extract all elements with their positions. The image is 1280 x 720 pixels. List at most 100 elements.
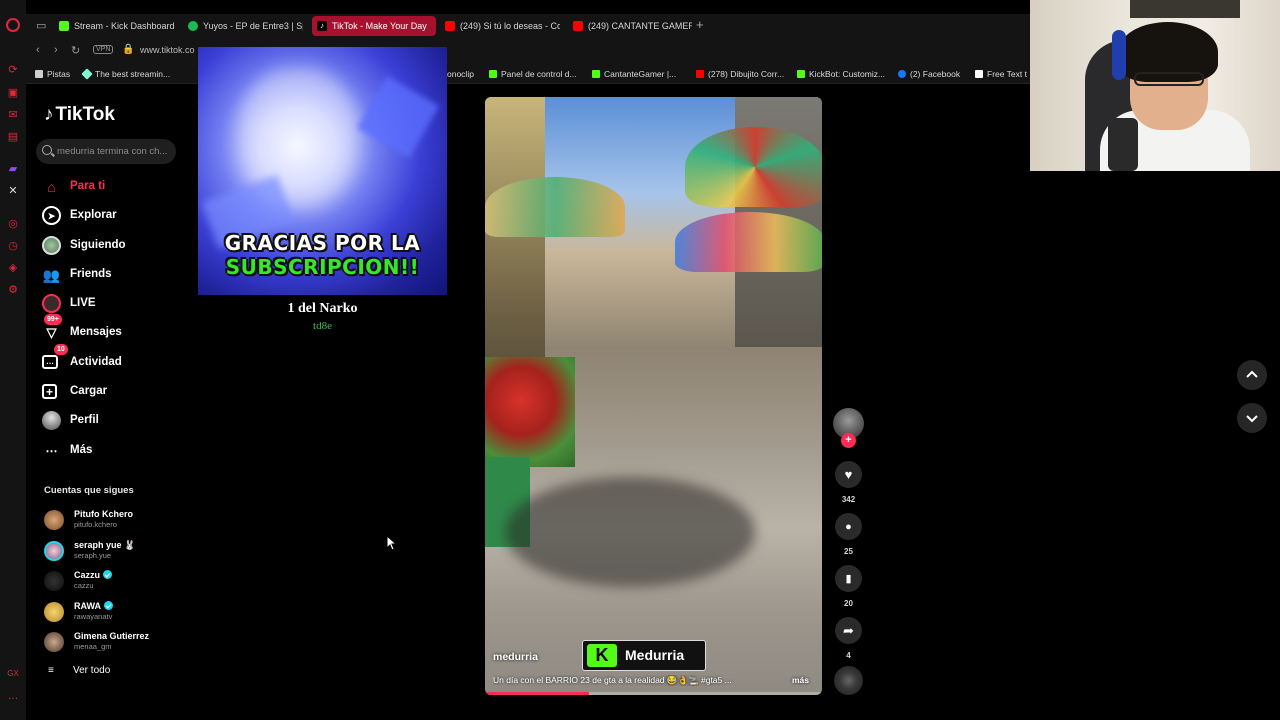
previous-video-button[interactable] <box>1237 360 1267 390</box>
account-emoji: 🐰 <box>124 540 136 550</box>
bookmark-cantantegamer[interactable]: CantanteGamer |... <box>592 68 676 81</box>
nav-friends[interactable]: 👥 Friends <box>42 262 182 286</box>
subscription-alert-image: GRACIAS POR LA SUBSCRIPCION!! <box>198 47 447 295</box>
bookmark-icon: ▮ <box>845 573 852 585</box>
x-icon[interactable]: ✕ <box>7 185 19 197</box>
avatar <box>44 541 64 561</box>
bookmark-youtube-dibujito[interactable]: (278) Dibujito Corr... <box>696 68 784 81</box>
account-name: Pitufo Kchero <box>74 509 134 519</box>
following-account[interactable]: Gimena Gutierrez menaa_gm <box>44 631 194 657</box>
video-player[interactable]: K Medurria medurria Un día con el BARRIO… <box>485 97 822 695</box>
nav-mas[interactable]: ⋯ Más <box>42 438 182 462</box>
kick-icon <box>59 21 69 31</box>
share-count: 4 <box>846 651 851 660</box>
tiktok-note-icon: ♪ <box>44 104 54 125</box>
vpn-badge[interactable]: VPN <box>93 45 114 54</box>
circle-icon[interactable]: ◎ <box>7 218 19 230</box>
nav-para-ti[interactable]: ⌂ Para ti <box>42 174 182 198</box>
tab-list-icon[interactable]: ▭ <box>36 19 46 32</box>
alert-title-line2: SUBSCRIPCION!! <box>225 255 420 279</box>
nav-mensajes[interactable]: ▽ 99+ Mensajes <box>42 314 182 344</box>
settings-icon[interactable]: ⚙ <box>7 284 19 296</box>
back-icon[interactable]: ‹ <box>36 44 40 56</box>
account-handle: menaa_gm <box>74 642 112 651</box>
tab-spotify[interactable]: Yuyos - EP de Entre3 | Sp <box>183 16 303 36</box>
save-button[interactable]: ▮ <box>835 565 862 592</box>
search-icon <box>42 145 52 155</box>
twitch-icon[interactable]: ▰ <box>7 163 19 175</box>
following-account[interactable]: RAWA rawayanatv <box>44 601 194 627</box>
tiktok-logo[interactable]: ♪ TikTok <box>44 104 115 126</box>
bookmark-facebook[interactable]: (2) Facebook <box>898 68 960 81</box>
player-icon[interactable]: ▤ <box>7 131 19 143</box>
bag-icon[interactable]: ▣ <box>7 87 19 99</box>
following-account[interactable]: seraph yue 🐰 seraph.yue <box>44 540 194 566</box>
nav-perfil[interactable]: Perfil <box>42 408 182 432</box>
comment-button[interactable]: ● <box>835 513 862 540</box>
save-count: 20 <box>844 599 853 608</box>
history-icon[interactable]: ◷ <box>7 240 19 252</box>
account-handle: cazzu <box>74 581 94 590</box>
verified-icon <box>104 601 113 610</box>
tab-youtube-1[interactable]: (249) Si tú lo deseas - Co <box>440 16 560 36</box>
list-icon: ≡ <box>48 665 54 676</box>
bookmark-free-text[interactable]: Free Text t <box>975 68 1027 81</box>
like-button[interactable]: ♥ <box>835 461 862 488</box>
share-icon: ➦ <box>843 622 854 638</box>
bookmark-label: (278) Dibujito Corr... <box>708 69 785 79</box>
nav-cargar[interactable]: + Cargar <box>42 379 182 403</box>
refresh-icon[interactable]: ⟳ <box>7 64 19 76</box>
tab-youtube-2[interactable]: (249) CANTANTE GAMER <box>568 16 692 36</box>
following-account[interactable]: Cazzu cazzu <box>44 570 194 596</box>
bookmark-label: onoclip <box>447 69 474 79</box>
bookmark-label: The best streamin... <box>95 69 171 79</box>
video-progress-bar[interactable] <box>485 692 822 695</box>
bookmark-label: Pistas <box>47 69 71 79</box>
tab-kick-dashboard[interactable]: Stream - Kick Dashboard <box>54 16 178 36</box>
live-icon <box>42 294 61 313</box>
reload-icon[interactable]: ↻ <box>71 44 80 57</box>
following-avatar-icon <box>42 236 61 255</box>
nav-actividad[interactable]: … 10 Actividad <box>42 344 182 374</box>
alert-title-line1: GRACIAS POR LA <box>224 231 421 255</box>
comment-icon: ● <box>845 520 852 533</box>
nav-live[interactable]: LIVE <box>42 291 182 315</box>
forward-icon[interactable]: › <box>54 44 58 56</box>
search-input[interactable]: medurria termina con ch... <box>36 139 176 164</box>
kick-icon <box>797 70 805 78</box>
more-dots-icon[interactable]: … <box>7 690 19 702</box>
opera-logo-icon[interactable] <box>6 18 20 32</box>
chevron-down-icon <box>1246 415 1258 423</box>
tab-label: TikTok - Make Your Day <box>332 21 427 31</box>
tab-bar: ▭ Stream - Kick Dashboard Yuyos - EP de … <box>26 14 1030 38</box>
bookmark-pistas[interactable]: Pistas <box>35 68 70 81</box>
activity-icon: … <box>42 355 58 369</box>
pin-icon[interactable]: ◈ <box>7 262 19 274</box>
next-video-button[interactable] <box>1237 403 1267 433</box>
friends-icon: 👥 <box>42 266 61 283</box>
share-button[interactable]: ➦ <box>835 617 862 644</box>
bookmark-streamlabs[interactable]: The best streamin... <box>81 68 171 81</box>
video-caption: Un día con el BARRIO 23 de gta a la real… <box>493 675 732 685</box>
video-author[interactable]: medurria <box>493 651 538 663</box>
new-tab-button[interactable]: + <box>696 17 704 32</box>
account-name-wrap: seraph yue 🐰 <box>74 540 135 551</box>
url-field[interactable]: www.tiktok.co <box>140 45 195 55</box>
follow-button[interactable]: + <box>841 433 856 448</box>
like-count: 342 <box>841 495 856 504</box>
following-account[interactable]: Pitufo Kchero pitufo.kchero <box>44 509 194 535</box>
more-icon: ⋯ <box>45 443 58 458</box>
caption-more-link[interactable]: más <box>792 675 809 685</box>
nav-explorar[interactable]: ➤ Explorar <box>42 203 182 227</box>
bookmark-label: KickBot: Customiz... <box>809 69 886 79</box>
tab-tiktok[interactable]: ♪ TikTok - Make Your Day <box>312 16 436 36</box>
music-disc-icon[interactable] <box>834 666 863 695</box>
bookmark-kickbot[interactable]: KickBot: Customiz... <box>797 68 885 81</box>
gx-icon[interactable]: GX <box>7 668 19 680</box>
avatar <box>44 602 64 622</box>
nav-siguiendo[interactable]: Siguiendo <box>42 233 182 257</box>
search-placeholder: medurria termina con ch... <box>57 146 168 157</box>
messenger-icon[interactable]: ✉ <box>7 109 19 121</box>
see-all-link[interactable]: ≡ Ver todo <box>48 665 110 676</box>
bookmark-kick-panel[interactable]: Panel de control d... <box>489 68 577 81</box>
